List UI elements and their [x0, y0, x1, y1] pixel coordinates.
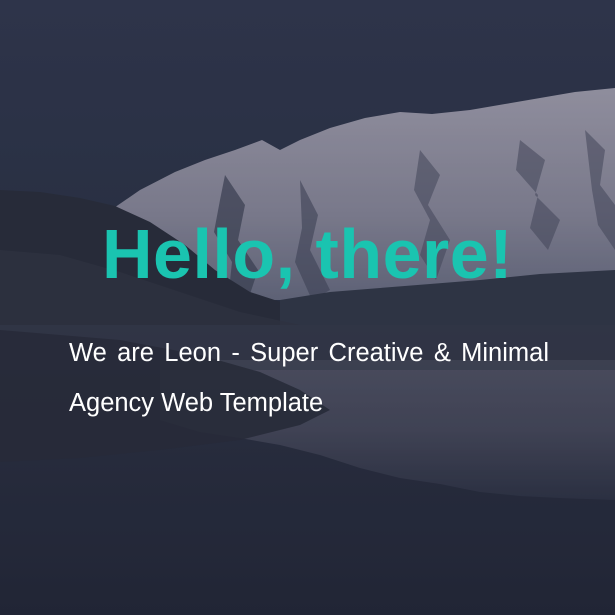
hero-content: Hello, there! We are Leon - Super Creati… [0, 0, 615, 615]
hero-title: Hello, there! [101, 215, 514, 293]
hero-subtitle: We are Leon - Super Creative & Minimal A… [69, 339, 549, 417]
hero-section: Hello, there! We are Leon - Super Creati… [0, 0, 615, 615]
